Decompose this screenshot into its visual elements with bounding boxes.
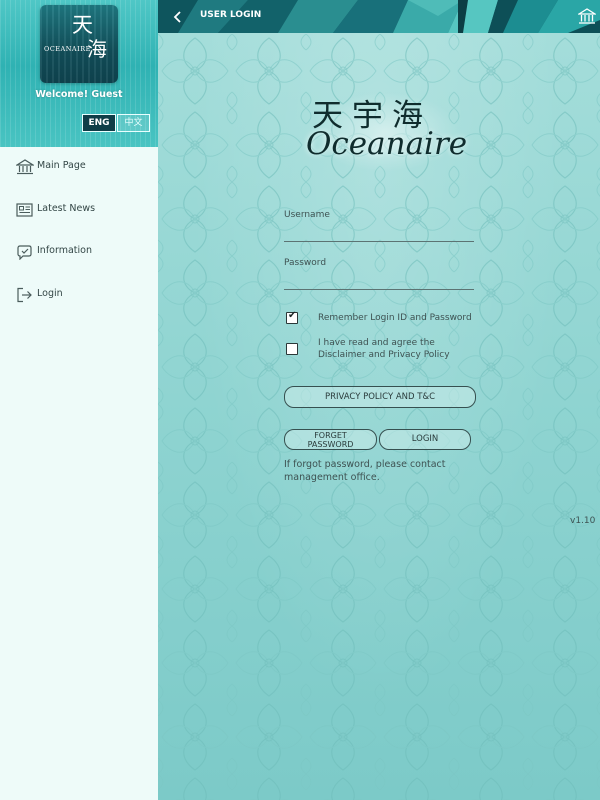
info-icon [16, 244, 34, 261]
lang-eng-button[interactable]: ENG [82, 114, 116, 132]
agree-label-line1: I have read and agree the [318, 338, 435, 348]
app-logo: 天 OCEANAIRE 海 [40, 5, 118, 83]
privacy-policy-label: PRIVACY POLICY AND T&C [324, 392, 436, 402]
forgot-password-note: If forgot password, please contact manag… [284, 459, 446, 483]
sidebar-item-label: Login [37, 288, 63, 299]
welcome-text: Welcome! Guest [35, 89, 123, 100]
agree-label-line2: Disclaimer and Privacy Policy [318, 350, 450, 360]
login-label: LOGIN [411, 434, 439, 444]
sidebar-item-label: Main Page [37, 160, 86, 171]
sidebar-item-main-page[interactable]: Main Page [0, 151, 158, 187]
bank-icon [14, 159, 36, 175]
password-label: Password [284, 258, 327, 268]
sidebar-header: 天 OCEANAIRE 海 Welcome! Guest ENG 中文 [0, 0, 158, 147]
top-bar: USER LOGIN [158, 0, 600, 33]
logo-cn-bottom: 海 [87, 37, 107, 61]
logo-cn-top: 天 [72, 13, 93, 37]
brand-logo-en: Oceanaire [306, 126, 468, 162]
lang-cn-button[interactable]: 中文 [117, 114, 150, 132]
agree-checkbox[interactable] [286, 343, 298, 355]
login-icon [16, 287, 34, 303]
check-icon: ✔ [288, 310, 297, 321]
chevron-left-icon [173, 11, 181, 23]
username-label: Username [284, 210, 330, 220]
sidebar-item-login[interactable]: Login [0, 279, 158, 315]
password-field[interactable] [284, 271, 474, 290]
username-field[interactable] [284, 223, 474, 242]
sidebar-item-label: Information [37, 245, 92, 256]
sidebar-item-information[interactable]: Information [0, 236, 158, 272]
bank-icon [578, 8, 596, 24]
back-button[interactable] [170, 8, 188, 26]
remember-label: Remember Login ID and Password [318, 313, 472, 323]
sidebar-item-label: Latest News [37, 203, 96, 214]
privacy-policy-button[interactable]: PRIVACY POLICY AND T&C [284, 386, 476, 408]
login-button[interactable]: LOGIN [379, 429, 471, 450]
version-label: v1.10 [570, 516, 596, 526]
remember-checkbox[interactable]: ✔ [286, 310, 298, 324]
forget-label-line2: PASSWORD [307, 439, 354, 449]
logo-en: OCEANAIRE [44, 45, 91, 53]
page-title: USER LOGIN [200, 10, 262, 20]
sidebar: 天 OCEANAIRE 海 Welcome! Guest ENG 中文 Main… [0, 0, 159, 800]
home-button[interactable] [578, 8, 596, 25]
forget-password-button[interactable]: FORGET PASSWORD [284, 429, 377, 450]
sidebar-item-latest-news[interactable]: Latest News [0, 194, 158, 230]
newspaper-icon [16, 202, 34, 218]
main-panel: USER LOGIN 天宇海 Oceanaire Username Passwo… [158, 0, 600, 800]
